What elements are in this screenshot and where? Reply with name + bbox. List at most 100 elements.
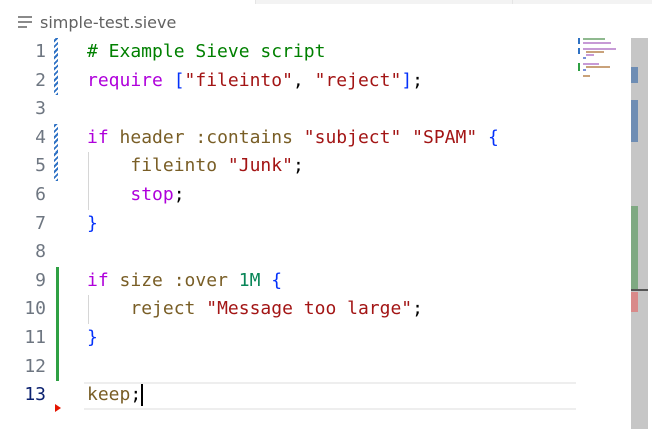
git-modified-marker[interactable] xyxy=(54,66,58,96)
overview-ruler-edge xyxy=(648,38,652,429)
code-token: [ xyxy=(173,69,185,91)
git-modified-marker[interactable] xyxy=(54,123,58,153)
code-token: reject xyxy=(130,298,196,320)
minimap-change-marker xyxy=(578,48,580,54)
git-deleted-marker[interactable] xyxy=(55,404,61,412)
line-number[interactable]: 1 xyxy=(0,38,46,67)
code-line[interactable]: 13 keep; xyxy=(0,381,632,410)
code-token: ; xyxy=(292,155,304,177)
indent-guide xyxy=(88,295,89,324)
code-text[interactable]: if header :contains "subject" "SPAM" { xyxy=(87,124,499,153)
breadcrumb[interactable]: simple-test.sieve xyxy=(18,10,176,34)
code-token: } xyxy=(87,212,98,234)
line-number[interactable]: 10 xyxy=(0,295,46,324)
code-editor[interactable]: 1 # Example Sieve script 2 require ["filein… xyxy=(0,38,632,429)
code-text[interactable]: fileinto "Junk"; xyxy=(87,152,304,181)
code-line[interactable]: 7} xyxy=(0,210,632,239)
line-number[interactable]: 5 xyxy=(0,152,46,181)
tab-strip xyxy=(0,0,652,4)
line-number[interactable]: 13 xyxy=(0,381,46,410)
code-line[interactable]: 1 # Example Sieve script xyxy=(0,38,632,67)
file-lines-icon xyxy=(18,16,32,28)
code-token: keep xyxy=(87,384,131,406)
code-token: ; xyxy=(173,184,185,205)
code-text[interactable]: } xyxy=(87,324,98,353)
code-text[interactable]: if size :over 1M { xyxy=(87,267,282,296)
scrollbar-modified-marker xyxy=(631,67,638,83)
code-token: { xyxy=(271,269,283,291)
line-number[interactable]: 7 xyxy=(0,210,46,239)
code-token: stop xyxy=(130,184,174,205)
code-line[interactable]: 12 xyxy=(0,352,632,382)
code-token: require xyxy=(87,69,163,91)
minimap-line xyxy=(586,54,594,56)
code-text[interactable]: reject "Message too large"; xyxy=(87,295,423,324)
code-line[interactable]: 2 require ["fileinto", "reject"]; xyxy=(0,66,632,96)
code-text[interactable]: keep; xyxy=(87,381,141,410)
tab-separator xyxy=(255,0,256,4)
minimap-line xyxy=(586,66,610,68)
line-number[interactable]: 2 xyxy=(0,67,46,96)
code-text[interactable]: # Example Sieve script xyxy=(87,38,325,67)
scrollbar-deleted-marker xyxy=(631,292,638,312)
code-token: ; xyxy=(412,69,423,91)
code-text[interactable]: require ["fileinto", "reject"]; xyxy=(87,67,423,96)
git-modified-marker[interactable] xyxy=(54,152,58,181)
code-text[interactable]: } xyxy=(87,210,98,239)
line-number[interactable]: 9 xyxy=(0,267,46,296)
minimap-line xyxy=(583,69,586,71)
code-line[interactable]: 8 xyxy=(0,238,632,267)
code-line[interactable]: 6 stop; xyxy=(0,181,632,210)
code-line[interactable]: 10 reject "Message too large"; xyxy=(0,295,632,324)
line-number[interactable]: 4 xyxy=(0,124,46,153)
line-number[interactable]: 11 xyxy=(0,324,46,353)
tab-separator xyxy=(512,0,513,4)
code-token: "fileinto" xyxy=(184,69,293,91)
git-added-marker[interactable] xyxy=(56,352,59,382)
code-token: 1M xyxy=(238,269,261,291)
code-line[interactable]: 5 fileinto "Junk"; xyxy=(0,152,632,181)
minimap[interactable] xyxy=(578,38,628,98)
code-token: ; xyxy=(412,298,423,320)
code-line[interactable]: 4 if header :contains "subject" "SPAM" { xyxy=(0,123,632,153)
code-token: ] xyxy=(401,69,413,91)
code-token: ; xyxy=(130,384,142,406)
code-line[interactable]: 11} xyxy=(0,324,632,353)
code-token: if xyxy=(87,126,109,148)
code-token: "SPAM" xyxy=(412,126,478,148)
minimap-line xyxy=(583,57,586,59)
git-added-marker[interactable] xyxy=(56,266,59,296)
line-number[interactable]: 6 xyxy=(0,181,46,210)
minimap-line xyxy=(583,48,616,50)
code-token: if xyxy=(87,269,109,291)
git-added-marker[interactable] xyxy=(56,295,59,324)
code-line[interactable]: 3 xyxy=(0,95,632,124)
minimap-change-marker xyxy=(578,38,580,44)
code-token: { xyxy=(488,126,499,148)
code-token: fileinto xyxy=(130,155,218,177)
scrollbar-modified-marker xyxy=(631,100,638,142)
git-modified-marker[interactable] xyxy=(54,38,58,67)
indent-guide xyxy=(88,152,89,210)
line-number[interactable]: 3 xyxy=(0,95,46,124)
code-text[interactable]: stop; xyxy=(87,181,185,210)
minimap-line xyxy=(586,51,604,53)
line-number[interactable]: 12 xyxy=(0,353,46,382)
breadcrumb-filename[interactable]: simple-test.sieve xyxy=(40,13,176,32)
line-number[interactable]: 8 xyxy=(0,238,46,267)
minimap-line xyxy=(583,75,590,77)
minimap-line xyxy=(583,38,605,40)
code-token: } xyxy=(87,327,98,348)
active-tab-edge xyxy=(0,0,255,4)
code-line[interactable]: 9 if size :over 1M { xyxy=(0,266,632,296)
git-added-marker[interactable] xyxy=(56,324,59,353)
